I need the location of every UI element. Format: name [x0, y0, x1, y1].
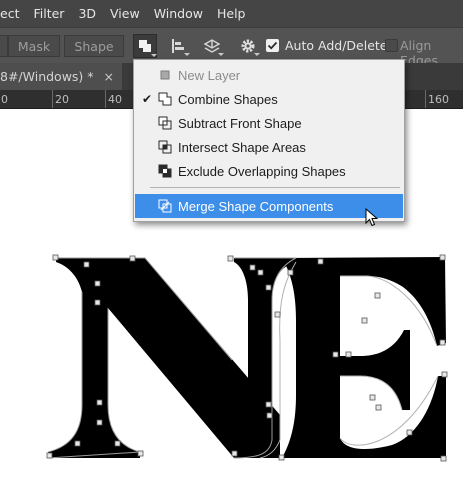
- path-arrangement-button[interactable]: [200, 34, 224, 58]
- new-layer-icon: [158, 68, 172, 82]
- auto-add-delete-checkbox[interactable]: [266, 39, 279, 52]
- partial-button[interactable]: [0, 35, 8, 57]
- menu-item-combine-shapes[interactable]: ✔ Combine Shapes: [135, 87, 403, 111]
- path-operations-icon: [139, 40, 151, 52]
- path-operations-button[interactable]: [133, 34, 157, 58]
- menu-bar: ect Filter 3D View Window Help: [0, 0, 463, 27]
- merge-shape-components-icon: [158, 199, 172, 213]
- intersect-shape-areas-icon: [158, 140, 172, 154]
- ruler-label: 20: [55, 93, 69, 106]
- menu-window[interactable]: Window: [154, 6, 217, 21]
- letter-n-shape: [48, 258, 280, 458]
- auto-add-delete-label: Auto Add/Delete: [285, 38, 388, 53]
- menu-item-label: Exclude Overlapping Shapes: [178, 163, 346, 179]
- menu-item-subtract-front-shape[interactable]: Subtract Front Shape: [135, 111, 403, 135]
- menu-item-label: Subtract Front Shape: [178, 115, 302, 131]
- ruler-tick-line: [425, 90, 426, 108]
- menu-item-intersect-shape-areas[interactable]: Intersect Shape Areas: [135, 135, 403, 159]
- ruler-label: 160: [428, 93, 449, 106]
- menu-edit[interactable]: ect: [0, 6, 33, 21]
- checkmark-icon: [267, 41, 278, 50]
- chevron-down-icon: [184, 53, 190, 56]
- combine-shapes-icon: [158, 92, 172, 106]
- menu-item-label: New Layer: [178, 67, 241, 83]
- settings-button[interactable]: [236, 34, 260, 58]
- menu-filter[interactable]: Filter: [33, 6, 78, 21]
- ruler-tick-line: [52, 90, 53, 108]
- menu-item-new-layer[interactable]: New Layer: [135, 63, 403, 87]
- check-icon: ✔: [141, 92, 153, 106]
- path-operations-menu: New Layer ✔ Combine Shapes Subtract Fron…: [133, 59, 405, 222]
- shape-button[interactable]: Shape: [64, 35, 124, 57]
- ruler-tick-line: [105, 90, 106, 108]
- path-arrangement-icon: [203, 39, 221, 53]
- subtract-front-shape-icon: [158, 116, 172, 130]
- ruler-label: 40: [108, 93, 122, 106]
- ruler-label: 0: [1, 93, 8, 106]
- menu-view[interactable]: View: [110, 6, 154, 21]
- menu-separator: [150, 187, 400, 188]
- menu-item-merge-shape-components[interactable]: Merge Shape Components: [135, 194, 403, 218]
- exclude-overlapping-shapes-icon: [158, 164, 172, 178]
- menu-item-label: Intersect Shape Areas: [178, 139, 306, 155]
- close-icon[interactable]: ×: [104, 69, 114, 84]
- gear-icon: [241, 39, 255, 53]
- menu-help[interactable]: Help: [217, 6, 257, 21]
- menu-3d[interactable]: 3D: [78, 6, 110, 21]
- chevron-down-icon: [254, 53, 260, 56]
- path-alignment-button[interactable]: [166, 34, 190, 58]
- menu-item-exclude-overlapping-shapes[interactable]: Exclude Overlapping Shapes: [135, 159, 403, 183]
- chevron-down-icon: [151, 54, 157, 57]
- path-alignment-icon: [172, 39, 184, 53]
- document-tab[interactable]: 8#/Windows) * ×: [0, 63, 123, 90]
- mask-button[interactable]: Mask: [8, 35, 60, 57]
- chevron-down-icon: [218, 53, 224, 56]
- menu-item-label: Combine Shapes: [178, 91, 278, 107]
- mouse-cursor-icon: [365, 208, 379, 227]
- document-tab-title: 8#/Windows) *: [0, 69, 94, 84]
- align-edges-checkbox[interactable]: [385, 39, 398, 52]
- letter-e-shape: [282, 257, 446, 458]
- menu-item-label: Merge Shape Components: [178, 198, 334, 214]
